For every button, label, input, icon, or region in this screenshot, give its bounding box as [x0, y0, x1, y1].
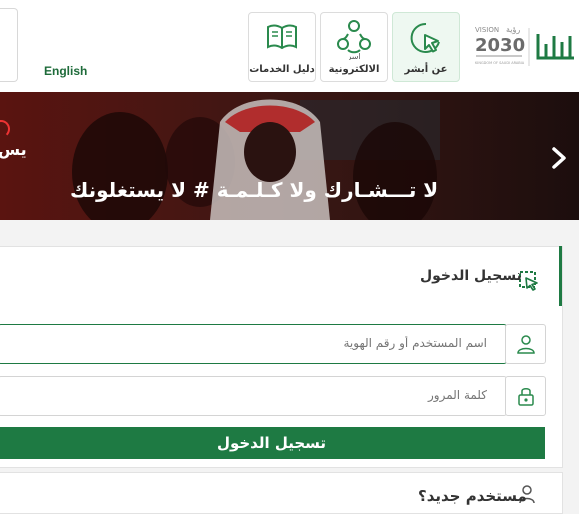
banner-next-arrow[interactable] [545, 144, 573, 172]
tile-label: دليل الخدمات [249, 64, 315, 75]
tile-label: الالكترونية [328, 64, 380, 75]
cursor-click-icon [410, 22, 440, 53]
vision-2030-absher-logo[interactable]: VISION رؤية 2030 KINGDOM OF SAUDI ARABIA [466, 14, 579, 80]
top-header: English دليل الخدمات اسر الالكترونية عن … [0, 0, 579, 92]
username-field[interactable] [0, 324, 507, 364]
tile-services-guide[interactable]: دليل الخدمات [248, 12, 316, 82]
new-user-label[interactable]: مستخدم جديد؟ [418, 487, 527, 505]
logo-kingdom-text: KINGDOM OF SAUDI ARABIA [475, 61, 525, 65]
logo-vision-text: VISION [475, 26, 499, 34]
user-icon [517, 335, 535, 354]
svg-text:اسر: اسر [346, 52, 360, 60]
chevron-right-icon [552, 147, 566, 169]
banner-slogan: لا تـــشـارك ولا كـلـمـة # لا يستغلونك [70, 178, 439, 202]
login-title: تسجيل الدخول [420, 268, 522, 284]
absher-brand-mark [536, 34, 574, 60]
logo-vision-arabic: رؤية [506, 25, 520, 34]
tile-about-absher[interactable]: عن أبشر [392, 12, 460, 82]
lock-icon [518, 388, 534, 406]
password-icon-box [505, 376, 546, 416]
login-card-accent [559, 246, 562, 306]
search-panel-edge[interactable] [0, 8, 18, 82]
language-switch-link[interactable]: English [44, 64, 87, 78]
username-icon-box [505, 324, 546, 364]
logo-vision-year: 2030 [475, 35, 525, 56]
password-field[interactable] [0, 376, 507, 416]
banner-partial-text: يس [0, 140, 27, 159]
login-submit-button[interactable]: تسجيل الدخول [0, 427, 545, 459]
open-book-icon [267, 24, 297, 50]
tile-e-services[interactable]: اسر الالكترونية [320, 12, 388, 82]
username-input[interactable] [0, 325, 495, 361]
tile-label: عن أبشر [404, 64, 448, 75]
people-network-icon: اسر [337, 20, 371, 60]
password-input[interactable] [0, 377, 495, 413]
